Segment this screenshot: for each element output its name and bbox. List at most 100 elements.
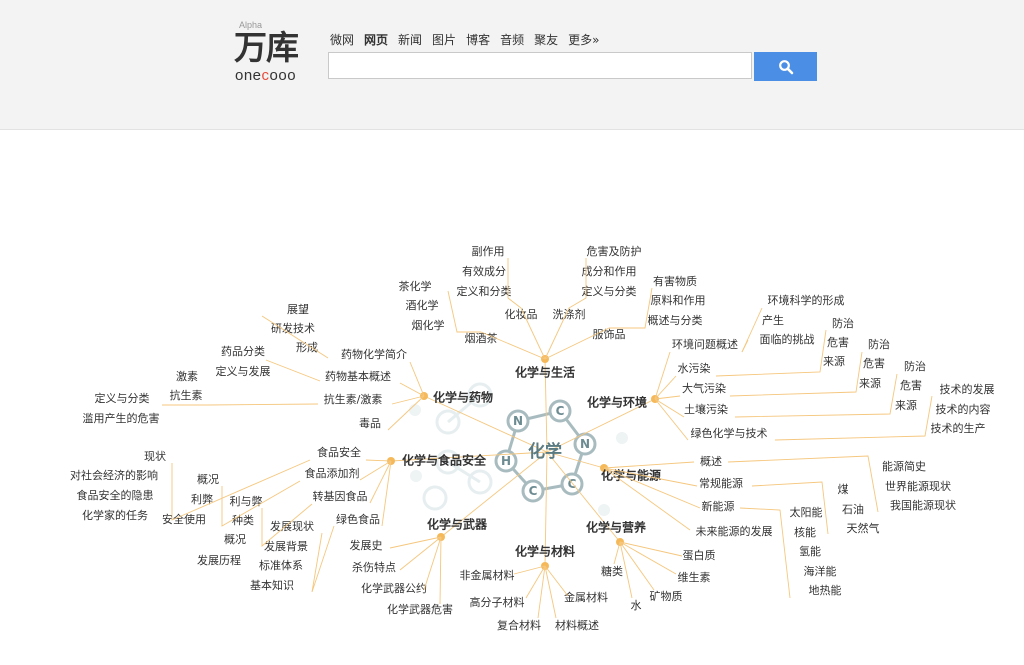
leaf-overview-energy[interactable]: 概述 xyxy=(700,455,722,468)
leaf-env-problems-overview[interactable]: 环境问题概述 xyxy=(672,337,738,351)
leaf-source-2[interactable]: 来源 xyxy=(859,376,881,390)
leaf-hydrogen[interactable]: 氢能 xyxy=(799,544,821,558)
leaf-vitamins[interactable]: 维生素 xyxy=(678,570,711,584)
branch-food-safety-label[interactable]: 化学与食品安全 xyxy=(402,453,487,468)
leaf-wine-chemistry[interactable]: 酒化学 xyxy=(406,298,439,312)
branch-nutrition-label[interactable]: 化学与营养 xyxy=(586,520,646,535)
leaf-conventional-energy[interactable]: 常规能源 xyxy=(699,476,743,490)
branch-medicine-label[interactable]: 化学与药物 xyxy=(433,390,493,405)
leaf-gmo-food[interactable]: 转基因食品 xyxy=(313,489,368,503)
branch-materials-label[interactable]: 化学与材料 xyxy=(515,544,575,559)
center-topic[interactable]: 化学 xyxy=(528,441,562,462)
leaf-chemical-weapons-hazard[interactable]: 化学武器危害 xyxy=(387,602,453,616)
leaf-china-energy[interactable]: 我国能源现状 xyxy=(890,498,956,512)
leaf-types[interactable]: 种类 xyxy=(232,513,254,527)
leaf-water[interactable]: 水 xyxy=(631,599,642,612)
leaf-polymer-materials[interactable]: 高分子材料 xyxy=(470,595,525,609)
leaf-challenges[interactable]: 面临的挑战 xyxy=(760,332,815,346)
leaf-minerals[interactable]: 矿物质 xyxy=(650,589,683,603)
leaf-nonmetal-materials[interactable]: 非金属材料 xyxy=(460,568,515,582)
leaf-safe-use[interactable]: 安全使用 xyxy=(162,512,206,526)
nav-audio[interactable]: 音频 xyxy=(500,31,524,48)
leaf-food-safety[interactable]: 食品安全 xyxy=(317,445,361,459)
leaf-definition-classification-2[interactable]: 定义与分类 xyxy=(582,284,637,298)
leaf-drug-basic-overview[interactable]: 药物基本概述 xyxy=(325,369,391,383)
nav-news[interactable]: 新闻 xyxy=(398,31,422,48)
leaf-definition-classification-3[interactable]: 定义与分类 xyxy=(95,391,150,405)
leaf-green-food[interactable]: 绿色食品 xyxy=(336,512,380,526)
branch-energy-label[interactable]: 化学与能源 xyxy=(601,468,661,483)
leaf-energy-history[interactable]: 能源简史 xyxy=(882,459,926,473)
leaf-tobacco-wine-tea[interactable]: 烟酒茶 xyxy=(465,331,498,345)
search-button[interactable] xyxy=(754,52,817,81)
leaf-soil-pollution[interactable]: 土壤污染 xyxy=(684,402,728,416)
leaf-side-effect[interactable]: 副作用 xyxy=(472,245,505,258)
leaf-protein[interactable]: 蛋白质 xyxy=(683,548,716,562)
leaf-abuse-hazard[interactable]: 滥用产生的危害 xyxy=(83,411,160,425)
leaf-antibiotics[interactable]: 抗生素 xyxy=(170,388,203,402)
leaf-nuclear[interactable]: 核能 xyxy=(794,525,816,539)
leaf-socioeconomic-impact[interactable]: 对社会经济的影响 xyxy=(70,468,158,482)
leaf-world-energy[interactable]: 世界能源现状 xyxy=(885,479,951,493)
search-input[interactable] xyxy=(328,52,752,79)
leaf-prevention-3[interactable]: 防治 xyxy=(904,359,926,373)
leaf-raw-materials[interactable]: 原料和作用 xyxy=(651,293,706,307)
leaf-metal-materials[interactable]: 金属材料 xyxy=(564,590,608,604)
leaf-green-chem-tech[interactable]: 绿色化学与技术 xyxy=(691,426,768,440)
nav-more[interactable]: 更多» xyxy=(568,31,599,48)
leaf-composition-function[interactable]: 成分和作用 xyxy=(582,265,637,278)
leaf-composite-materials[interactable]: 复合材料 xyxy=(497,618,541,632)
branch-life-label[interactable]: 化学与生活 xyxy=(515,365,575,380)
leaf-tobacco-chemistry[interactable]: 烟化学 xyxy=(412,318,445,332)
leaf-overview-classification[interactable]: 概述与分类 xyxy=(648,313,703,327)
branch-weapons-label[interactable]: 化学与武器 xyxy=(427,517,488,532)
leaf-detergent[interactable]: 洗涤剂 xyxy=(553,307,586,321)
leaf-food-additives[interactable]: 食品添加剂 xyxy=(305,466,360,480)
leaf-geothermal[interactable]: 地热能 xyxy=(809,583,842,597)
nav-images[interactable]: 图片 xyxy=(432,31,456,48)
leaf-hormones[interactable]: 激素 xyxy=(176,369,198,383)
leaf-ocean[interactable]: 海洋能 xyxy=(804,564,837,578)
leaf-future-energy[interactable]: 未来能源的发展 xyxy=(696,524,773,538)
leaf-cosmetics[interactable]: 化妆品 xyxy=(505,307,538,321)
leaf-overview-2[interactable]: 概况 xyxy=(224,533,246,546)
leaf-antibiotics-hormones[interactable]: 抗生素/激素 xyxy=(324,392,383,406)
leaf-rd-technology[interactable]: 研发技术 xyxy=(271,321,315,335)
leaf-source-3[interactable]: 来源 xyxy=(895,398,917,412)
leaf-development-history-weapons[interactable]: 发展史 xyxy=(350,538,383,552)
leaf-oil[interactable]: 石油 xyxy=(842,502,864,516)
leaf-coal[interactable]: 煤 xyxy=(838,483,849,496)
leaf-outlook[interactable]: 展望 xyxy=(287,303,309,316)
leaf-tech-development[interactable]: 技术的发展 xyxy=(940,382,995,396)
onecooo-logo[interactable]: Alpha 万库 onecooo xyxy=(234,20,314,84)
leaf-new-energy[interactable]: 新能源 xyxy=(702,499,735,513)
leaf-tech-production[interactable]: 技术的生产 xyxy=(931,421,986,435)
leaf-active-ingredient[interactable]: 有效成分 xyxy=(462,264,506,278)
leaf-source-1[interactable]: 来源 xyxy=(823,354,845,368)
leaf-standard-system[interactable]: 标准体系 xyxy=(259,558,303,572)
nav-blog[interactable]: 博客 xyxy=(466,31,490,48)
leaf-natural-gas[interactable]: 天然气 xyxy=(847,521,880,535)
leaf-tech-content[interactable]: 技术的内容 xyxy=(936,402,991,416)
leaf-prevention-2[interactable]: 防治 xyxy=(868,337,890,351)
leaf-development-history[interactable]: 发展历程 xyxy=(197,553,241,567)
leaf-chemical-weapons-convention[interactable]: 化学武器公约 xyxy=(361,581,427,595)
leaf-env-science-formation[interactable]: 环境科学的形成 xyxy=(768,293,845,307)
nav-friends[interactable]: 聚友 xyxy=(534,31,558,48)
leaf-air-pollution[interactable]: 大气污染 xyxy=(682,381,726,395)
leaf-materials-overview[interactable]: 材料概述 xyxy=(555,618,599,632)
leaf-pros-cons-2[interactable]: 利与弊 xyxy=(230,495,263,508)
leaf-tea-chemistry[interactable]: 茶化学 xyxy=(399,279,432,293)
leaf-development-background[interactable]: 发展背景 xyxy=(264,539,308,553)
leaf-overview-1[interactable]: 概况 xyxy=(197,473,219,486)
leaf-drug-classification[interactable]: 药品分类 xyxy=(221,344,265,358)
leaf-solar[interactable]: 太阳能 xyxy=(790,505,823,519)
leaf-hazard-3[interactable]: 危害 xyxy=(900,378,922,392)
leaf-medicinal-chem-intro[interactable]: 药物化学简介 xyxy=(341,347,407,361)
leaf-water-pollution[interactable]: 水污染 xyxy=(678,361,711,375)
leaf-narcotics[interactable]: 毒品 xyxy=(359,417,381,430)
leaf-hazard-protection[interactable]: 危害及防护 xyxy=(587,244,642,258)
leaf-carbohydrates[interactable]: 糖类 xyxy=(601,564,623,578)
leaf-status[interactable]: 现状 xyxy=(144,449,166,463)
leaf-hazard-2[interactable]: 危害 xyxy=(863,356,885,370)
